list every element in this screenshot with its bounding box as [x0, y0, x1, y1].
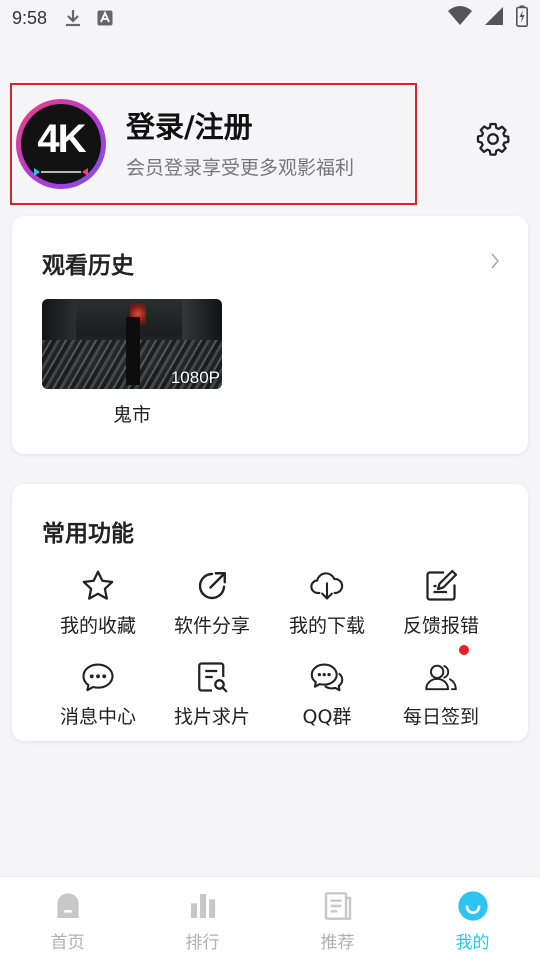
cloud-download-icon — [309, 568, 345, 604]
share-icon — [194, 568, 230, 604]
downloads-label: 我的下载 — [288, 615, 365, 637]
tab-ranking[interactable]: 排行 — [135, 877, 270, 960]
status-bar: 9:58 — [0, 0, 540, 36]
member-benefit-text: 会员登录享受更多观影福利 — [126, 156, 355, 179]
history-item[interactable]: 1080P 鬼市 — [42, 299, 222, 427]
edit-icon — [423, 568, 459, 604]
avatar-logo: 4K — [21, 104, 101, 184]
avatar-logo-text: 4K — [37, 117, 86, 161]
favorites-button[interactable]: 我的收藏 — [41, 568, 155, 638]
share-app-label: 软件分享 — [173, 615, 250, 637]
message-center-button[interactable]: 消息中心 — [41, 659, 155, 729]
qq-group-label: QQ群 — [302, 706, 352, 728]
app-notification-icon — [97, 10, 113, 26]
video-title[interactable]: 鬼市 — [42, 400, 222, 427]
bottom-tab-bar: 首页 排行 推荐 我的 — [0, 876, 540, 960]
watch-history-card: 观看历史 1080P 鬼市 — [12, 216, 528, 454]
settings-button[interactable] — [474, 122, 512, 160]
battery-icon — [516, 5, 528, 32]
daily-checkin-button[interactable]: 每日签到 — [384, 645, 498, 729]
tab-recommend-label: 推荐 — [320, 933, 355, 953]
common-functions-title: 常用功能 — [42, 521, 134, 547]
login-register-section[interactable]: 4K 登录/注册 会员登录享受更多观影福利 — [10, 83, 417, 205]
downloads-button[interactable]: 我的下载 — [270, 568, 384, 638]
tab-mine[interactable]: 我的 — [405, 877, 540, 960]
daily-checkin-label: 每日签到 — [402, 706, 479, 728]
users-icon — [423, 645, 469, 695]
wifi-icon — [448, 5, 472, 31]
star-icon — [80, 568, 116, 604]
feedback-label: 反馈报错 — [402, 615, 479, 637]
search-document-icon — [194, 659, 230, 695]
status-time: 9:58 — [12, 7, 48, 28]
notification-dot — [459, 645, 469, 655]
feedback-button[interactable]: 反馈报错 — [384, 568, 498, 638]
gear-icon — [475, 121, 511, 161]
video-thumbnail[interactable]: 1080P — [42, 299, 222, 389]
tab-ranking-label: 排行 — [185, 933, 220, 953]
message-center-label: 消息中心 — [59, 706, 136, 728]
request-movie-label: 找片求片 — [173, 706, 250, 728]
avatar-play-bar — [34, 161, 88, 176]
tab-home-label: 首页 — [50, 933, 85, 953]
recommend-icon — [321, 889, 355, 923]
chat-bubbles-icon — [309, 659, 345, 695]
message-icon — [80, 659, 116, 695]
favorites-label: 我的收藏 — [59, 615, 136, 637]
chevron-right-icon[interactable] — [490, 252, 500, 274]
login-register-title[interactable]: 登录/注册 — [126, 109, 354, 145]
signal-icon — [484, 6, 504, 31]
share-app-button[interactable]: 软件分享 — [155, 568, 269, 638]
tab-recommend[interactable]: 推荐 — [270, 877, 405, 960]
profile-smile-icon — [456, 889, 490, 923]
watch-history-title: 观看历史 — [42, 253, 134, 279]
avatar[interactable]: 4K — [16, 99, 106, 189]
resolution-badge: 1080P — [170, 368, 220, 387]
request-movie-button[interactable]: 找片求片 — [155, 659, 269, 729]
ranking-icon — [186, 889, 220, 923]
tab-mine-label: 我的 — [455, 933, 490, 953]
qq-group-button[interactable]: QQ群 — [270, 659, 384, 729]
download-icon — [65, 9, 81, 27]
tab-home[interactable]: 首页 — [0, 877, 135, 960]
common-functions-card: 常用功能 我的收藏 软件分享 我的下载 反馈报错 消息中心 找片求片 QQ群 每… — [12, 484, 528, 741]
home-icon — [51, 889, 85, 923]
